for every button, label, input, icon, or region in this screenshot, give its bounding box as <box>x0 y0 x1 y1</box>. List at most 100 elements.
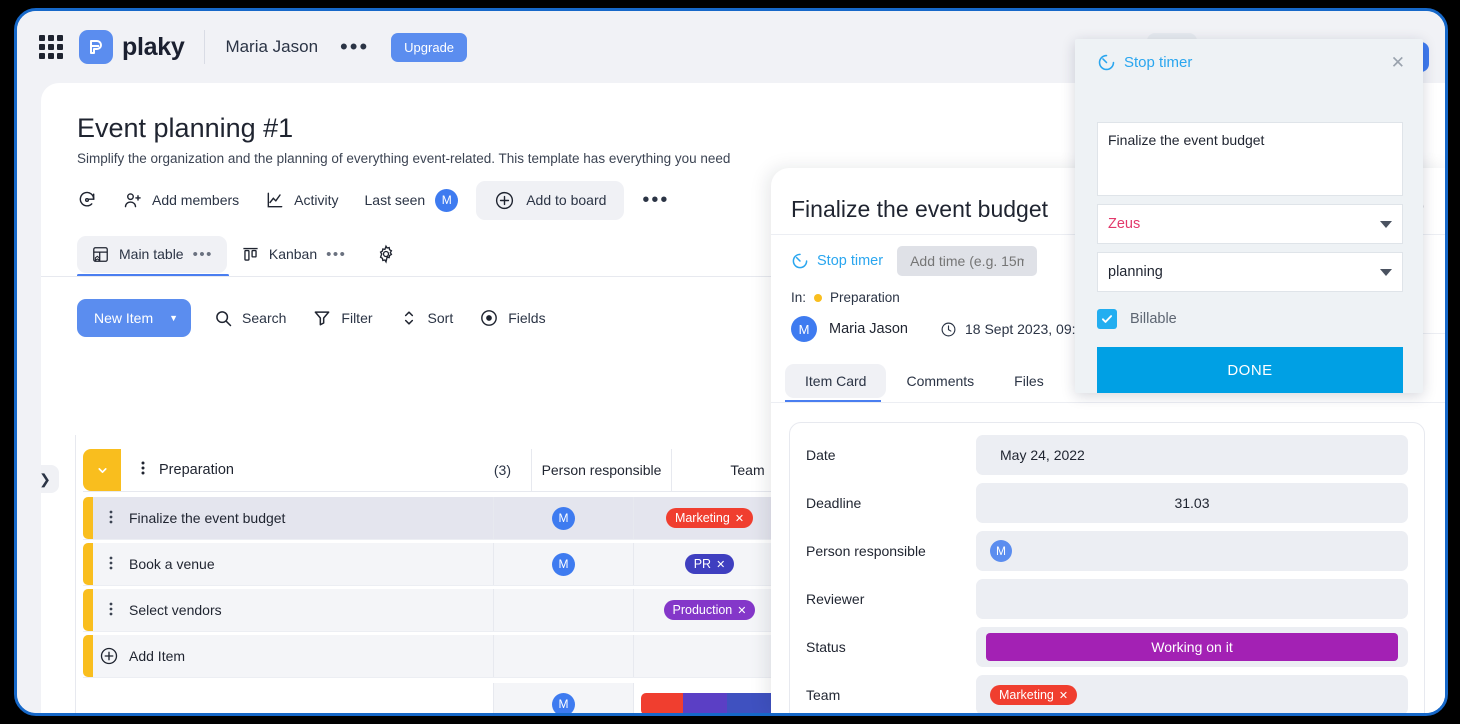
field-value-status[interactable]: Working on it <box>976 627 1408 667</box>
drag-handle-icon[interactable] <box>137 460 149 480</box>
row-team-cell[interactable]: PR ✕ <box>633 543 785 585</box>
activity-button[interactable]: Activity <box>265 190 339 210</box>
row-person-cell[interactable]: M <box>493 497 633 539</box>
tab-kanban-more-icon[interactable]: ••• <box>326 247 346 262</box>
gear-icon[interactable] <box>376 244 396 264</box>
item-title: Finalize the event budget <box>791 196 1049 222</box>
add-to-board-button[interactable]: Add to board <box>476 180 625 220</box>
row-menu-icon[interactable] <box>93 509 129 527</box>
sort-button[interactable]: Sort <box>399 308 454 328</box>
row-title: Finalize the event budget <box>129 510 286 526</box>
popup-title: Stop timer <box>1124 54 1193 71</box>
fields-button[interactable]: Fields <box>479 308 546 328</box>
new-item-button[interactable]: New Item ▼ <box>77 299 192 337</box>
chevron-down-icon[interactable]: ▼ <box>169 313 178 323</box>
avatar[interactable]: M <box>552 552 575 576</box>
tab-item-card[interactable]: Item Card <box>785 364 887 398</box>
close-icon[interactable]: ✕ <box>1391 54 1405 71</box>
group-collapse-icon[interactable] <box>83 449 121 491</box>
team-tag[interactable]: Marketing ✕ <box>665 508 754 528</box>
column-header-person[interactable]: Person responsible <box>531 449 671 491</box>
row-team-cell[interactable]: Marketing ✕ <box>633 497 785 539</box>
add-item-cell[interactable]: Add Item <box>93 635 493 677</box>
summary-team-cell <box>633 683 785 713</box>
nav-more-icon[interactable]: ••• <box>340 36 369 58</box>
billable-checkbox[interactable]: Billable <box>1097 309 1177 329</box>
row-title-cell[interactable]: Select vendors <box>93 589 493 631</box>
close-icon[interactable]: ✕ <box>716 558 725 571</box>
chevron-down-icon[interactable] <box>1380 268 1392 276</box>
team-tag[interactable]: Marketing ✕ <box>990 685 1078 705</box>
stop-timer-button[interactable]: Stop timer <box>791 252 883 270</box>
item-group-line: In: Preparation <box>791 290 900 305</box>
add-members-button[interactable]: Add members <box>123 190 239 210</box>
billable-label: Billable <box>1130 311 1177 327</box>
row-person-cell[interactable]: M <box>493 543 633 585</box>
avatar[interactable]: M <box>552 506 575 530</box>
field-value-date[interactable]: May 24, 2022 <box>976 435 1408 475</box>
avatar[interactable]: M <box>990 540 1012 562</box>
row-title-cell[interactable]: Book a venue <box>93 543 493 585</box>
sort-label: Sort <box>427 310 454 326</box>
board-more-icon[interactable]: ••• <box>642 190 669 210</box>
field-row-status: Status Working on it <box>790 627 1424 667</box>
close-icon[interactable]: ✕ <box>735 512 744 525</box>
team-tag-label: Production <box>672 603 733 617</box>
row-person-cell[interactable] <box>493 589 633 631</box>
filter-button[interactable]: Filter <box>312 308 373 328</box>
timer-description-input[interactable] <box>1097 122 1403 196</box>
team-tag[interactable]: Production ✕ <box>663 600 756 620</box>
table-row[interactable]: Select vendors Production ✕ <box>83 589 785 631</box>
tab-comments[interactable]: Comments <box>886 364 994 398</box>
search-button[interactable]: Search <box>213 308 286 328</box>
automation-button[interactable] <box>77 190 97 210</box>
workspace-user-name[interactable]: Maria Jason <box>225 37 318 57</box>
avatar[interactable]: M <box>552 692 575 713</box>
plaky-logo[interactable]: plaky <box>79 30 185 64</box>
field-value-deadline[interactable]: 31.03 <box>976 483 1408 523</box>
row-menu-icon[interactable] <box>93 601 129 619</box>
field-value-team[interactable]: Marketing ✕ <box>976 675 1408 713</box>
activity-label: Activity <box>294 192 339 208</box>
tab-main-table[interactable]: Main table ••• <box>77 235 227 273</box>
upgrade-button[interactable]: Upgrade <box>391 32 468 62</box>
detail-tabs: Item Card Comments Files A <box>785 364 1113 398</box>
add-item-row[interactable]: Add Item <box>83 635 785 677</box>
grid-apps-icon[interactable] <box>39 35 63 59</box>
last-seen-label: Last seen <box>364 192 426 208</box>
add-time-input[interactable] <box>897 246 1038 276</box>
add-item-label: Add Item <box>129 648 186 664</box>
done-button[interactable]: DONE <box>1097 347 1403 393</box>
timer-icon <box>1098 54 1115 71</box>
table-row[interactable]: Finalize the event budget M Marketing ✕ <box>83 497 785 539</box>
field-row-team: Team Marketing ✕ <box>790 675 1424 713</box>
row-team-cell[interactable]: Production ✕ <box>633 589 785 631</box>
group-name-cell[interactable]: Preparation (3) <box>121 449 531 491</box>
tab-main-table-more-icon[interactable]: ••• <box>193 247 213 262</box>
row-color-stripe <box>83 497 93 539</box>
nav-divider <box>204 30 206 64</box>
close-icon[interactable]: ✕ <box>737 604 746 617</box>
row-menu-icon[interactable] <box>93 555 129 573</box>
row-title-cell[interactable]: Finalize the event budget <box>93 497 493 539</box>
status-badge[interactable]: Working on it <box>986 633 1398 661</box>
field-value-person[interactable]: M <box>976 531 1408 571</box>
project-select[interactable]: Zeus <box>1097 204 1403 244</box>
tab-kanban[interactable]: Kanban ••• <box>227 236 361 273</box>
close-icon[interactable]: ✕ <box>1059 689 1068 702</box>
chevron-down-icon[interactable] <box>1380 220 1392 228</box>
team-tag[interactable]: PR ✕ <box>684 554 735 574</box>
field-value-reviewer[interactable] <box>976 579 1408 619</box>
tab-files[interactable]: Files <box>994 364 1064 398</box>
bar-segment-production <box>682 693 727 713</box>
field-label: Deadline <box>806 495 862 511</box>
avatar[interactable]: M <box>791 316 817 342</box>
last-seen-avatar[interactable]: M <box>435 188 459 212</box>
task-select[interactable]: planning <box>1097 252 1403 292</box>
field-label: Status <box>806 639 846 655</box>
checkbox-checked-icon[interactable] <box>1097 309 1117 329</box>
sidebar-expand-button[interactable]: ❯ <box>41 465 59 493</box>
screen: plaky Maria Jason ••• Upgrade M Event pl… <box>0 0 1460 724</box>
field-row-date: Date May 24, 2022 <box>790 435 1424 475</box>
table-row[interactable]: Book a venue M PR ✕ <box>83 543 785 585</box>
